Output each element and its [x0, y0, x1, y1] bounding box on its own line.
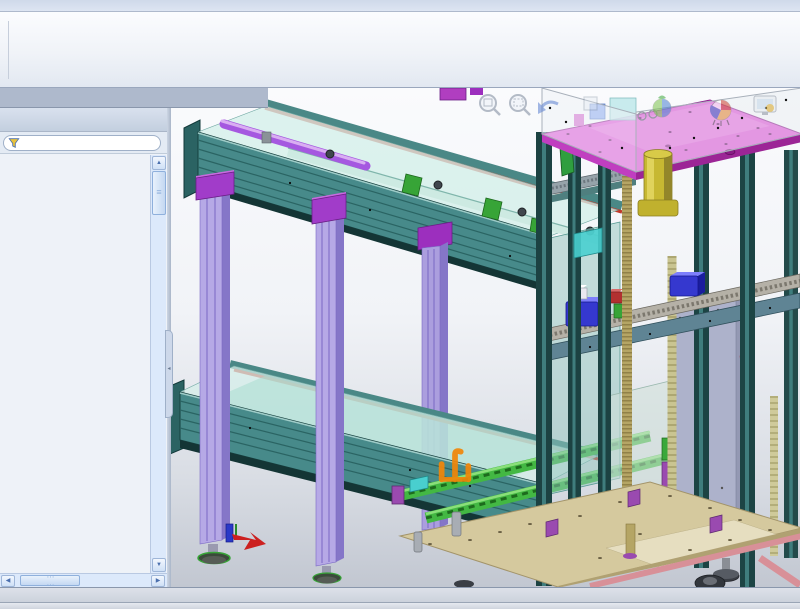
ribbon-separator — [8, 21, 9, 79]
feature-tree — [0, 155, 150, 573]
feature-manager-panel: ▲ ▼ ◀ ▶ — [0, 108, 170, 587]
command-manager-tabs — [0, 88, 268, 108]
edit-appearance-icon — [652, 95, 672, 118]
scrollbar-thumb[interactable] — [152, 171, 166, 215]
scroll-left-icon[interactable]: ◀ — [1, 575, 15, 587]
tree-vertical-scrollbar[interactable]: ▲ ▼ — [150, 155, 166, 573]
scroll-right-icon[interactable]: ▶ — [151, 575, 165, 587]
filter-input[interactable] — [3, 135, 161, 151]
3d-assembly-model[interactable] — [170, 88, 800, 587]
panel-collapse-handle[interactable]: ◂ — [165, 330, 173, 418]
solidworks-window: ▲ ▼ ◀ ▶ ◂ — [0, 0, 800, 609]
scrollbar-thumb[interactable] — [20, 575, 80, 586]
zoom-to-area-icon — [509, 94, 531, 116]
filter-funnel-icon — [8, 138, 20, 148]
panel-header-tabs — [0, 108, 169, 132]
graphics-viewport[interactable] — [170, 88, 800, 587]
command-manager-ribbon — [0, 12, 800, 88]
status-bar — [0, 602, 800, 609]
tree-filter-bar — [0, 132, 169, 154]
scroll-down-icon[interactable]: ▼ — [152, 558, 166, 572]
top-toolbar-strip — [0, 0, 800, 12]
view-settings-icon — [753, 95, 777, 115]
tree-horizontal-scrollbar[interactable]: ◀ ▶ — [0, 573, 167, 587]
study-tab-bar — [0, 587, 800, 602]
scroll-up-icon[interactable]: ▲ — [152, 156, 166, 170]
view-orientation-icon — [583, 96, 598, 111]
origin-triad-x-arrow — [232, 532, 266, 550]
zoom-to-fit-icon — [479, 94, 501, 116]
support-column-front-mid — [311, 192, 347, 584]
